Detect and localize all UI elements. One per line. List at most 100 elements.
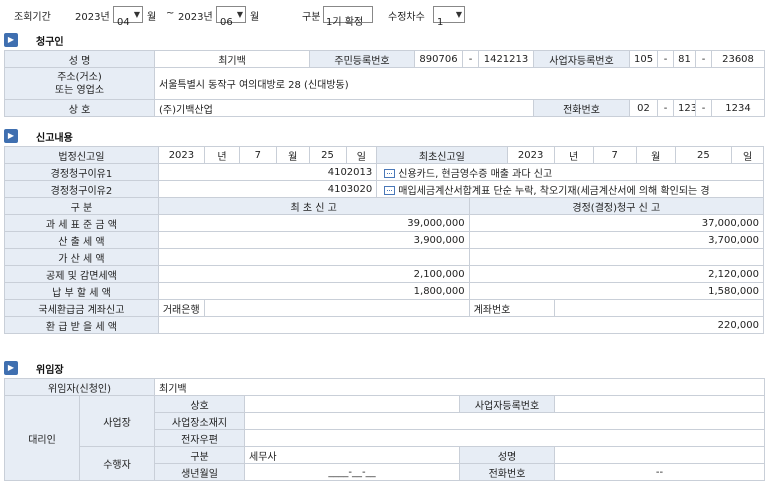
type-label: 구분: [302, 12, 321, 23]
section-icon: ▶: [4, 129, 18, 143]
from-year: 2023년: [75, 12, 110, 23]
initial-value[interactable]: 39,000,000: [157, 214, 470, 232]
category-label: 구분: [154, 446, 246, 464]
performer-label: 수행자: [78, 446, 156, 481]
performer-name-field[interactable]: [554, 446, 766, 464]
first-month: 7: [592, 146, 637, 164]
delegation-table: 위임자(신청인) 최기백 대리인 사업장 상호 사업자등록번호 사업장소재지 전…: [3, 378, 766, 481]
unit: 일: [731, 146, 764, 164]
account-label: 계좌번호: [468, 299, 555, 317]
first-date-label: 최초신고일: [376, 146, 508, 164]
section-title: 청구인: [36, 37, 64, 48]
initial-value[interactable]: 1,800,000: [157, 282, 470, 300]
company-value: (주)기백산업: [154, 99, 534, 117]
table-row: 과 세 표 준 금 액 39,000,000 37,000,000: [4, 214, 765, 232]
from-month-select[interactable]: 04 ▼: [113, 6, 143, 28]
performer-phone-label: 전화번호: [459, 463, 556, 481]
unit: 년: [203, 146, 240, 164]
rrn-label: 주민등록번호: [309, 50, 415, 68]
section-title: 위임장: [36, 365, 64, 376]
delegator-value: 최기백: [154, 378, 766, 396]
name-label: 성 명: [4, 50, 155, 68]
performer-phone-field[interactable]: --: [554, 463, 766, 481]
row-label: 가 산 세 액: [4, 248, 159, 266]
trade-name-label: 상호: [154, 395, 246, 413]
revision-label: 수정차수: [388, 12, 425, 23]
location-field[interactable]: [244, 412, 766, 430]
reason1-code-cell[interactable]: 4102013: [157, 163, 378, 181]
initial-value[interactable]: [157, 248, 470, 266]
search-bar: 조회기간 2023년 04 ▼ 월 ~ 2023년 06 ▼ 월 구분 1기 확정 …: [0, 0, 773, 30]
agent-brn-field[interactable]: [554, 395, 766, 413]
phone-label: 전화번호: [533, 99, 630, 117]
correction-value[interactable]: 1,580,000: [468, 282, 765, 300]
chevron-down-icon: ▼: [455, 10, 462, 19]
dash: -: [695, 50, 712, 68]
reason2-text-cell: 매입세금계산서합계표 단순 누락, 착오기재(세금계산서에 의해 확인되는 경: [376, 180, 764, 198]
month-label: 월: [147, 12, 157, 23]
type-select[interactable]: 1기 확정: [323, 6, 373, 28]
performer-name-label: 성명: [459, 446, 556, 464]
phone-part1: 02: [629, 99, 658, 117]
legal-day: 25: [308, 146, 347, 164]
report-table: 법정신고일 2023 년 7 월 25 일 최초신고일 2023 년 7 월 2…: [4, 146, 765, 334]
row-label: 과 세 표 준 금 액: [4, 214, 159, 232]
reason2-code-cell[interactable]: 4103020: [157, 180, 378, 198]
rrn-part1: 890706: [414, 50, 463, 68]
trade-name-field[interactable]: [244, 395, 461, 413]
name-value: 최기백: [154, 50, 310, 68]
dash: -: [462, 50, 479, 68]
unit: 일: [345, 146, 378, 164]
table-row: 납 부 할 세 액 1,800,000 1,580,000: [4, 282, 765, 300]
reason1-text-cell: 신용카드, 현금영수증 매출 과다 신고: [376, 163, 764, 181]
chevron-down-icon: ▼: [133, 10, 140, 19]
dash: -: [695, 99, 712, 117]
legal-date-label: 법정신고일: [4, 146, 159, 164]
unit: 년: [553, 146, 594, 164]
unit: 월: [635, 146, 676, 164]
email-field[interactable]: [244, 429, 766, 447]
chevron-down-icon: ▼: [236, 10, 243, 19]
account-field[interactable]: [553, 299, 765, 317]
agent-label: 대리인: [4, 395, 80, 481]
brn-part3: 23608: [711, 50, 765, 68]
birth-field[interactable]: ____-__-__: [244, 463, 461, 481]
category-value[interactable]: 세무사: [244, 446, 461, 464]
row-label: 산 출 세 액: [4, 231, 159, 249]
section-icon: ▶: [4, 361, 18, 375]
correction-value[interactable]: 3,700,000: [468, 231, 765, 249]
reason1-label: 경정청구이유1: [4, 163, 159, 181]
correction-value[interactable]: 2,120,000: [468, 265, 765, 283]
table-row: 산 출 세 액 3,900,000 3,700,000: [4, 231, 765, 249]
legal-year: 2023: [157, 146, 205, 164]
initial-value[interactable]: 2,100,000: [157, 265, 470, 283]
row-label: 공제 및 감면세액: [4, 265, 159, 283]
month-label: 월: [250, 12, 260, 23]
memo-icon[interactable]: [384, 186, 396, 195]
phone-part2: 1234: [673, 99, 696, 117]
unit: 월: [275, 146, 310, 164]
bank-field[interactable]: [203, 299, 470, 317]
company-label: 상 호: [4, 99, 155, 117]
row-label: 납 부 할 세 액: [4, 282, 159, 300]
refund-value: 220,000: [157, 316, 765, 334]
delegator-label: 위임자(신청인): [3, 378, 156, 396]
claimant-table: 성 명 최기백 주민등록번호 890706 - 1421213 사업자등록번호 …: [4, 50, 765, 117]
table-row: 공제 및 감면세액 2,100,000 2,120,000: [4, 265, 765, 283]
to-year: 2023년: [178, 12, 213, 23]
reason2-label: 경정청구이유2: [4, 180, 159, 198]
brn-part1: 105: [629, 50, 658, 68]
refund-account-label: 국세환급금 계좌신고: [4, 299, 159, 317]
memo-icon[interactable]: [384, 169, 396, 178]
col-initial: 최 초 신 고: [157, 197, 470, 215]
to-month-select[interactable]: 06 ▼: [216, 6, 246, 28]
reason1-text: 신용카드, 현금영수증 매출 과다 신고: [398, 168, 553, 180]
reason2-code: 4103020: [327, 183, 373, 195]
correction-value[interactable]: 37,000,000: [468, 214, 765, 232]
initial-value[interactable]: 3,900,000: [157, 231, 470, 249]
correction-value[interactable]: [468, 248, 765, 266]
email-label: 전자우편: [154, 429, 246, 447]
revision-select[interactable]: 1 ▼: [433, 6, 465, 28]
dash: -: [657, 99, 674, 117]
reason2-text: 매입세금계산서합계표 단순 누락, 착오기재(세금계산서에 의해 확인되는 경: [398, 185, 710, 197]
